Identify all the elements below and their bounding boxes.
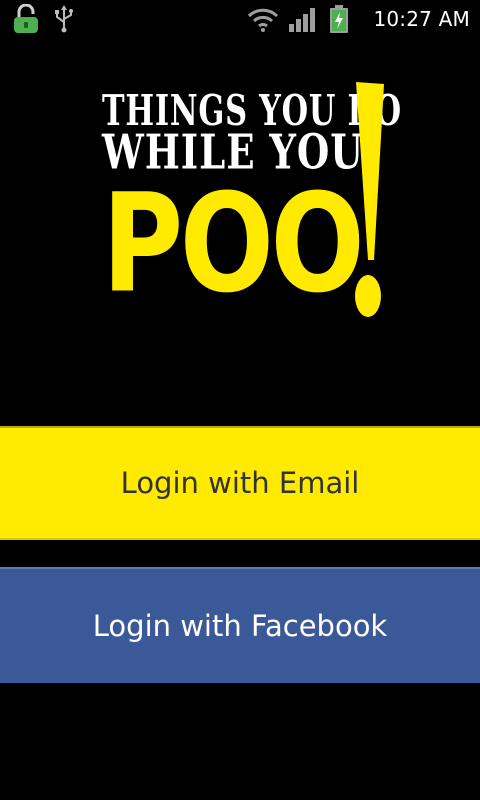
wifi-icon <box>247 8 279 32</box>
battery-icon <box>330 5 348 33</box>
lock-icon <box>14 4 38 33</box>
login-with-facebook-button[interactable]: Login with Facebook <box>0 567 480 683</box>
usb-icon <box>55 5 73 33</box>
clock: 10:27 AM <box>373 7 470 31</box>
app-logo: THINGS YOU DO WHILE YOU POO <box>96 80 401 330</box>
login-with-email-label: Login with Email <box>120 466 360 500</box>
login-with-facebook-label: Login with Facebook <box>92 609 388 643</box>
logo-word: POO <box>102 164 365 323</box>
status-bar: 10:27 AM <box>0 0 480 38</box>
login-with-email-button[interactable]: Login with Email <box>0 426 480 540</box>
exclamation-icon <box>355 82 384 317</box>
signal-icon <box>289 8 315 32</box>
